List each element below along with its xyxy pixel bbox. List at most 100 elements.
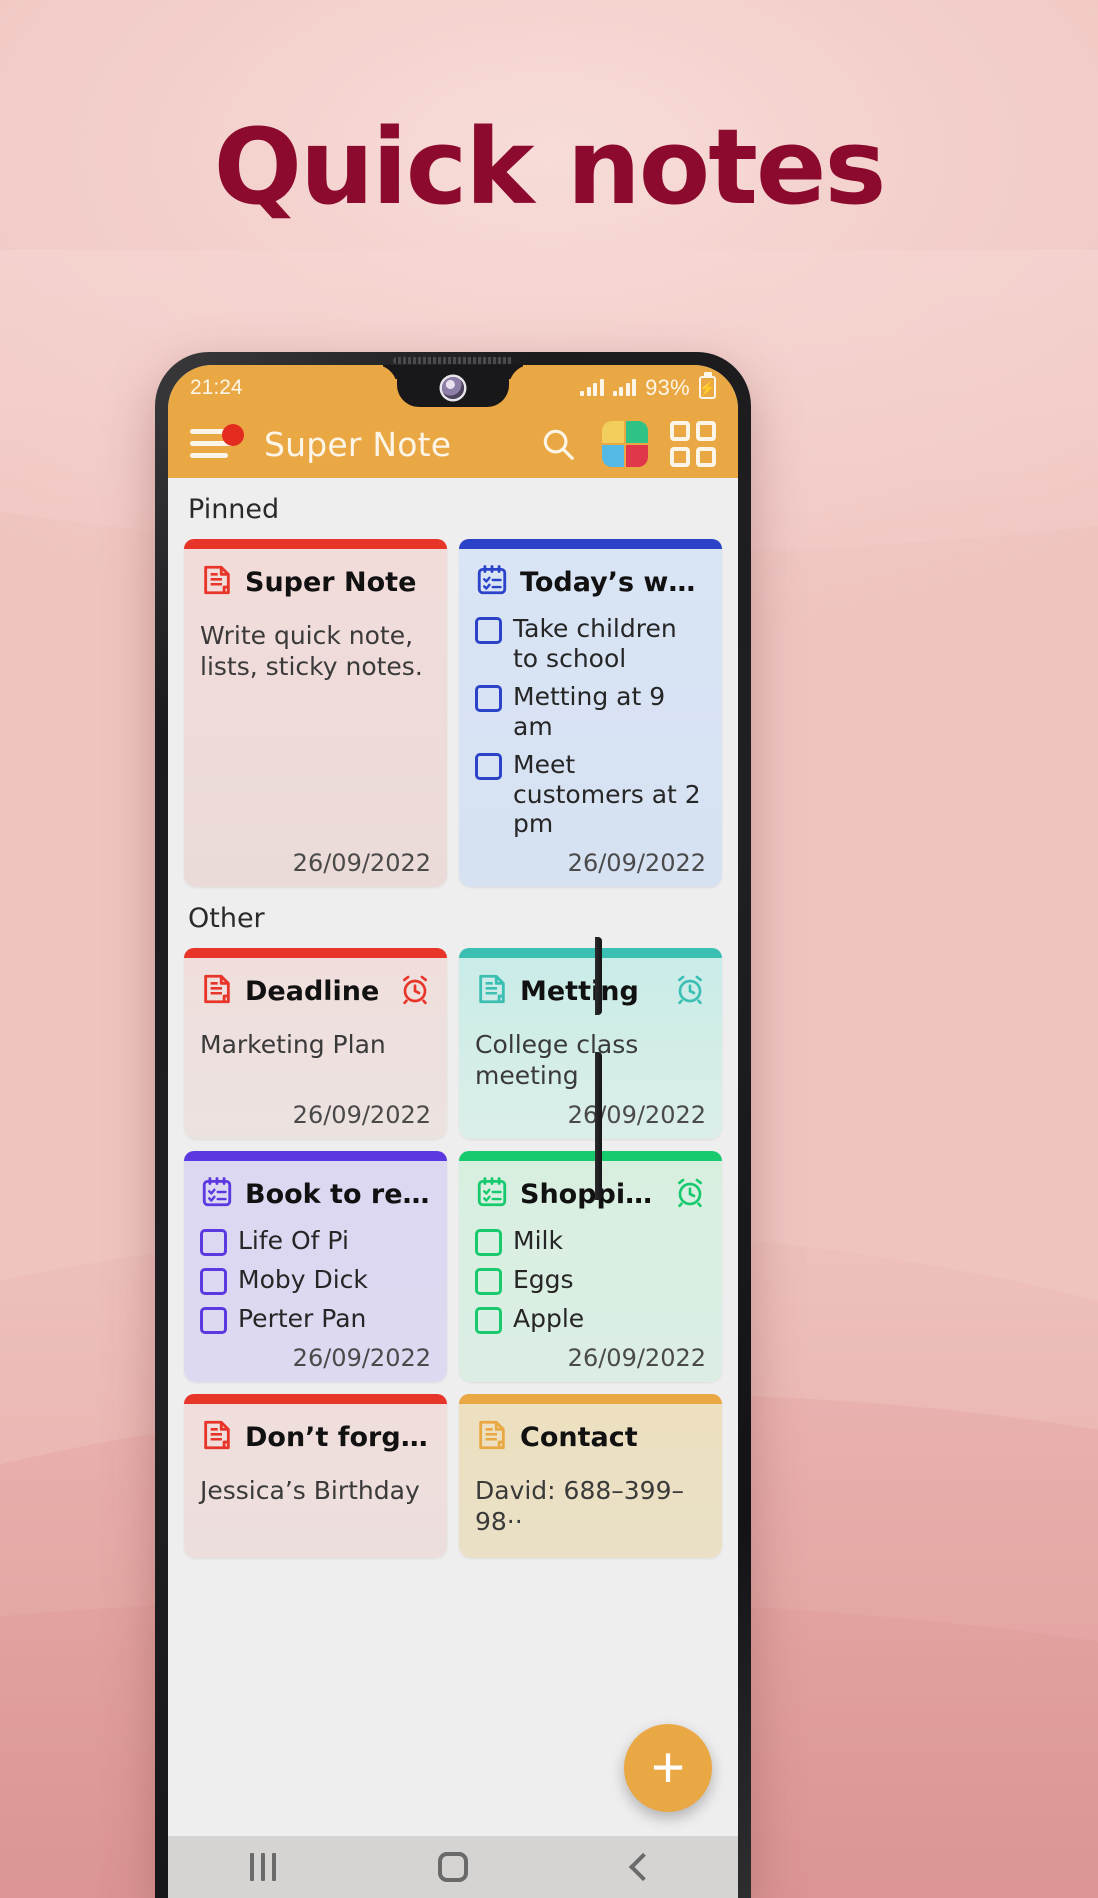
checklist-item[interactable]: Milk — [475, 1226, 706, 1256]
status-bar-indicators: 93% ⚡ — [580, 375, 716, 401]
note-card[interactable]: Deadline Marketing Plan 26/09/2022 — [184, 947, 447, 1139]
signal-strength-icon-sim1 — [580, 379, 604, 396]
note-card[interactable]: Shopping list Milk Eggs Apple 26/09/2022 — [459, 1151, 722, 1382]
note-card[interactable]: Metting College class meeting 26/09/2022 — [459, 947, 722, 1140]
grid-view-icon[interactable] — [670, 421, 716, 467]
recents-button[interactable] — [203, 1836, 323, 1898]
checkbox-unchecked-icon[interactable] — [200, 1229, 227, 1256]
checklist-item-label: Meet customers at 2 pm — [513, 750, 701, 838]
note-card-title: Metting — [520, 975, 639, 1007]
checkbox-unchecked-icon[interactable] — [200, 1268, 227, 1295]
back-button[interactable] — [583, 1836, 703, 1898]
alarm-icon[interactable] — [674, 973, 706, 1010]
menu-icon[interactable] — [190, 424, 244, 461]
note-card-grid: Deadline Marketing Plan 26/09/2022 Metting C… — [168, 947, 738, 1558]
note-card[interactable]: Super Note Write quick note, lists, stick… — [184, 539, 447, 887]
back-icon — [628, 1852, 658, 1882]
checklist-item-label: Apple — [513, 1304, 585, 1333]
note-card-title: Today’s wor··· — [520, 567, 706, 598]
alarm-icon[interactable] — [399, 973, 431, 1010]
phone-device-frame: 21:24 93% ⚡ Super Note Pinned Super Note… — [155, 352, 751, 1898]
recents-icon — [250, 1853, 276, 1881]
checkbox-unchecked-icon[interactable] — [200, 1307, 227, 1334]
note-card-body: Don’t forget Jessica’s Birthday — [184, 1404, 447, 1558]
checklist-item-label: Eggs — [513, 1265, 574, 1294]
note-card-title: Don’t forget — [245, 1422, 431, 1453]
checklist-item[interactable]: Life Of Pi — [200, 1226, 431, 1256]
signal-strength-icon-sim2 — [612, 379, 637, 396]
note-card-accent-strip — [184, 947, 447, 958]
search-icon[interactable] — [536, 422, 580, 466]
checkbox-unchecked-icon[interactable] — [475, 1307, 502, 1334]
note-card-title: Deadline — [245, 975, 380, 1007]
checklist-item[interactable]: Moby Dick — [200, 1265, 431, 1295]
note-card-header: Metting — [475, 972, 706, 1011]
note-card-accent-strip — [459, 947, 722, 958]
section-header-pinned: Pinned — [188, 494, 280, 525]
volume-button[interactable] — [595, 1052, 602, 1200]
android-navigation-bar — [168, 1836, 738, 1898]
checklist-item[interactable]: Meet customers at 2 pm — [475, 750, 706, 839]
note-card[interactable]: Today’s wor··· Take children to school Met… — [459, 539, 722, 887]
checklist-item-label: Life Of Pi — [238, 1226, 349, 1255]
note-card-date — [200, 1538, 431, 1548]
note-card-title: Contact — [520, 1422, 638, 1453]
note-card-date: 26/09/2022 — [292, 1344, 431, 1372]
note-card-grid: Super Note Write quick note, lists, stick… — [168, 539, 738, 887]
alarm-icon[interactable] — [674, 1176, 706, 1213]
note-card-accent-strip — [184, 1151, 447, 1161]
note-card-text: David: 688–399–98·· — [475, 1476, 684, 1537]
earpiece-speaker — [393, 357, 513, 364]
note-card[interactable]: Don’t forget Jessica’s Birthday — [184, 1394, 447, 1558]
checklist-item[interactable]: Metting at 9 am — [475, 682, 706, 741]
note-card-accent-strip — [184, 539, 447, 549]
checklist-item-label: Milk — [513, 1226, 563, 1255]
note-card-title: Book to reads — [245, 1179, 431, 1210]
display-notch — [397, 365, 509, 407]
checklist-item-label: Take children to school — [513, 614, 677, 673]
checkbox-unchecked-icon[interactable] — [475, 685, 502, 712]
note-card-text: Write quick note, lists, sticky notes. — [200, 621, 423, 682]
note-card[interactable]: Book to reads Life Of Pi Moby Dick Perter P… — [184, 1151, 447, 1382]
note-card[interactable]: Contact David: 688–399–98·· — [459, 1394, 722, 1558]
note-card-header: Book to reads — [200, 1175, 431, 1214]
note-card-date: 26/09/2022 — [567, 1101, 706, 1129]
checkbox-unchecked-icon[interactable] — [475, 1229, 502, 1256]
checklist-item[interactable]: Perter Pan — [200, 1304, 431, 1334]
theme-palette-icon[interactable] — [602, 421, 648, 467]
front-camera — [442, 377, 464, 399]
note-icon — [200, 1418, 234, 1457]
home-button[interactable] — [393, 1836, 513, 1898]
note-icon — [200, 972, 234, 1011]
app-title: Super Note — [264, 424, 452, 464]
note-card-header: Deadline — [200, 972, 431, 1011]
note-card-title: Shopping list — [520, 1179, 663, 1210]
checkbox-unchecked-icon[interactable] — [475, 753, 502, 780]
note-card-body: Contact David: 688–399–98·· — [459, 1404, 722, 1558]
checklist-item[interactable]: Eggs — [475, 1265, 706, 1295]
note-card-body: Super Note Write quick note, lists, stick… — [184, 549, 447, 887]
checklist-icon — [475, 563, 509, 602]
note-card-header: Contact — [475, 1418, 706, 1457]
note-card-header: Don’t forget — [200, 1418, 431, 1457]
add-note-fab[interactable]: + — [624, 1724, 712, 1812]
checklist-item[interactable]: Take children to school — [475, 614, 706, 673]
checklist-icon — [475, 1175, 509, 1214]
note-card-header: Super Note — [200, 563, 431, 602]
note-card-date: 26/09/2022 — [567, 848, 706, 877]
note-card-body: Today’s wor··· Take children to school Met… — [459, 549, 722, 887]
note-card-body: Shopping list Milk Eggs Apple 26/09/2022 — [459, 1161, 722, 1382]
power-button[interactable] — [595, 937, 602, 1015]
notification-badge-icon — [222, 424, 244, 446]
section-header-other: Other — [188, 902, 265, 934]
note-card-accent-strip — [459, 1151, 722, 1161]
note-card-body: Metting College class meeting 26/09/2022 — [459, 958, 722, 1140]
checklist-item[interactable]: Apple — [475, 1304, 706, 1334]
app-bar-actions — [536, 421, 716, 467]
note-card-title: Super Note — [245, 567, 417, 598]
checkbox-unchecked-icon[interactable] — [475, 617, 502, 644]
notes-list[interactable]: Pinned Super Note Write quick note, lists,… — [168, 478, 738, 1836]
note-icon — [475, 972, 509, 1011]
checklist-item-label: Moby Dick — [238, 1265, 368, 1294]
checkbox-unchecked-icon[interactable] — [475, 1268, 502, 1295]
